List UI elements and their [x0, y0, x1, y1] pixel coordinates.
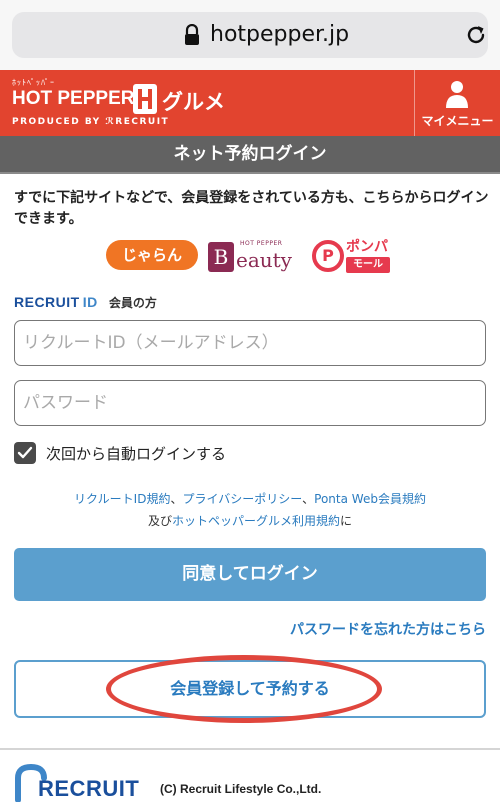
recruit-id-logo: RECRUIT ID — [14, 294, 98, 310]
page-title: ネット予約ログイン — [0, 136, 500, 174]
terms-separator: 、 — [170, 492, 183, 506]
copyright-text: (C) Recruit Lifestyle Co.,Ltd. — [160, 782, 322, 796]
recruit-footer-logo: RECRUIT — [14, 762, 154, 802]
logo-h-icon — [133, 84, 157, 114]
produced-by-text: PRODUCED BY ℛRECRUIT — [12, 117, 170, 127]
ponpare-p-icon: P — [312, 240, 344, 272]
highlight-annotation — [106, 655, 382, 723]
beauty-small-text: HOT PEPPER — [240, 240, 283, 247]
beauty-text: eauty — [236, 248, 292, 272]
recruit-footer-text: RECRUIT — [38, 776, 140, 801]
partner-logos: じゃらん B HOT PEPPER eauty P ポンパレ モール — [0, 234, 500, 278]
login-id-input[interactable] — [14, 320, 486, 366]
recruit-id-heading: RECRUIT ID 会員の方 — [14, 292, 157, 312]
agree-login-button[interactable]: 同意してログイン — [14, 548, 486, 601]
jalan-logo: じゃらん — [106, 240, 198, 270]
terms-text: リクルートID規約、プライバシーポリシー、Ponta Web会員規約 及びホット… — [0, 488, 500, 532]
hotpepper-beauty-logo: B HOT PEPPER eauty — [208, 238, 300, 274]
logo-sub-text: グルメ — [162, 90, 225, 114]
footer-divider — [0, 748, 500, 750]
hotpepper-logo[interactable]: ﾎｯﾄﾍﾟｯﾊﾟｰ HOT PEPPER グルメ PRODUCED BY ℛRE… — [10, 76, 410, 132]
recruit-id-terms-link[interactable]: リクルートID規約 — [74, 492, 170, 506]
auto-login-label: 次回から自動ログインする — [46, 445, 227, 463]
terms-suffix: に — [340, 514, 353, 528]
reload-icon[interactable] — [464, 23, 488, 47]
mymenu-button[interactable]: マイメニュー — [415, 70, 500, 136]
person-icon — [446, 81, 468, 108]
recruit-id-logo-id: ID — [82, 294, 98, 310]
address-bar[interactable]: hotpepper.jp — [12, 12, 488, 58]
mymenu-label: マイメニュー — [421, 114, 494, 128]
intro-text: すでに下記サイトなどで、会員登録をされている方も、こちらからログインできます。 — [14, 190, 489, 227]
logo-main-text: HOT PEPPER — [12, 88, 135, 109]
ponpare-mall-logo: P ポンパレ モール — [312, 236, 392, 276]
hotpepper-terms-link[interactable]: ホットペッパーグルメ利用規約 — [172, 514, 340, 528]
site-header: ﾎｯﾄﾍﾟｯﾊﾟｰ HOT PEPPER グルメ PRODUCED BY ℛRE… — [0, 70, 500, 136]
browser-chrome: hotpepper.jp — [0, 0, 500, 70]
privacy-policy-link[interactable]: プライバシーポリシー — [182, 492, 302, 506]
ponta-terms-link[interactable]: Ponta Web会員規約 — [314, 492, 426, 506]
recruit-id-logo-text: RECRUIT — [14, 294, 80, 310]
forgot-password-link[interactable]: パスワードを忘れた方はこちら — [290, 619, 486, 639]
lock-icon — [185, 24, 199, 45]
terms-separator: 、 — [302, 492, 315, 506]
password-input[interactable] — [14, 380, 486, 426]
beauty-b-icon: B — [208, 242, 234, 272]
auto-login-checkbox[interactable] — [14, 442, 36, 464]
checkmark-icon — [17, 446, 33, 459]
url-text: hotpepper.jp — [210, 22, 350, 47]
ponpare-mall-badge: モール — [346, 257, 390, 273]
logo-kana: ﾎｯﾄﾍﾟｯﾊﾟｰ — [12, 78, 55, 87]
terms-prefix: 及び — [147, 514, 172, 528]
recruit-id-label: 会員の方 — [108, 296, 157, 310]
